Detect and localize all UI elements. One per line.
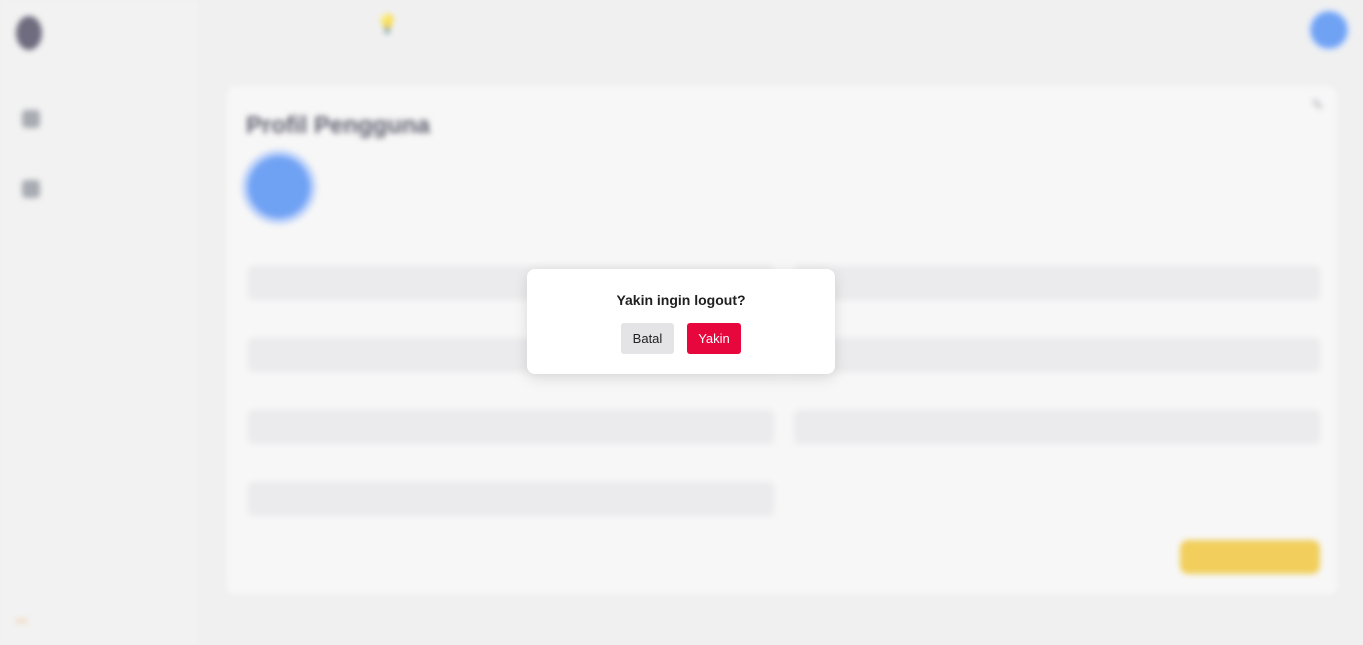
sidebar-logout[interactable]: ↦: [16, 613, 27, 629]
sidebar: ↦: [0, 0, 201, 645]
menu-icon: [22, 180, 40, 198]
field-input[interactable]: [794, 338, 1320, 372]
dashboard-icon: [22, 110, 40, 128]
save-button[interactable]: [1180, 540, 1320, 574]
logout-icon: ↦: [16, 613, 27, 628]
profile-avatar: [248, 156, 310, 218]
page-title: Profil Pengguna: [246, 112, 431, 139]
field-input[interactable]: [794, 410, 1320, 444]
dialog-title: Yakin ingin logout?: [616, 292, 746, 308]
logo: [16, 16, 48, 50]
bulb-icon: 💡: [376, 14, 399, 34]
confirm-logout-button[interactable]: Yakin: [687, 323, 741, 354]
logout-confirm-dialog: Yakin ingin logout? Batal Yakin: [527, 269, 835, 374]
avatar[interactable]: [1311, 12, 1347, 48]
field-input[interactable]: [248, 410, 774, 444]
cancel-button[interactable]: Batal: [621, 323, 674, 354]
field-input[interactable]: [794, 266, 1320, 300]
sidebar-item[interactable]: [22, 110, 40, 128]
field-input[interactable]: [248, 482, 774, 516]
top-bar: 💡: [200, 0, 1363, 64]
sidebar-item[interactable]: [22, 180, 40, 198]
logo-icon: [16, 16, 42, 50]
edit-icon[interactable]: ✎: [1311, 96, 1324, 114]
